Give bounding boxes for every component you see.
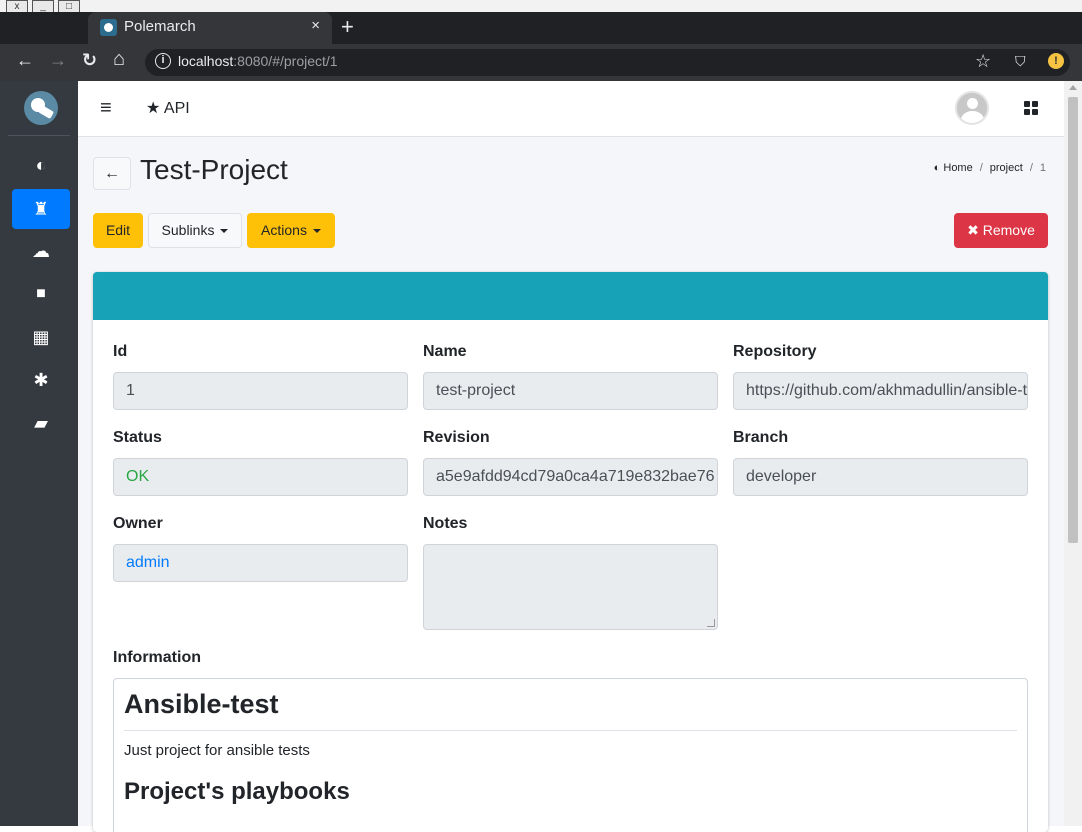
branch-label: Branch (733, 429, 789, 446)
apps-grid-icon[interactable] (1024, 101, 1038, 115)
name-label: Name (423, 343, 467, 360)
breadcrumb: ◐ Home / project / 1 (934, 162, 1046, 174)
actions-dropdown-button[interactable]: Actions (247, 213, 335, 248)
id-label: Id (113, 343, 128, 360)
caret-down-icon (312, 229, 321, 234)
owner-label: Owner (113, 515, 163, 532)
profile-alert-icon[interactable]: ! (1048, 53, 1064, 69)
scroll-thumb[interactable] (1068, 97, 1078, 543)
address-bar[interactable]: i localhost:8080/#/project/1 ☆ (145, 49, 1070, 76)
resize-handle-icon[interactable] (707, 619, 715, 627)
tab-title: Polemarch (124, 18, 196, 35)
branch-field[interactable]: developer (733, 458, 1028, 496)
information-subheading: Project's playbooks (124, 778, 350, 805)
sublinks-dropdown-button[interactable]: Sublinks (148, 213, 242, 248)
status-label: Status (113, 429, 162, 446)
settings-icon[interactable]: ✱ (12, 360, 70, 400)
owner-field[interactable]: admin (113, 544, 408, 582)
name-field[interactable]: test-project (423, 372, 718, 410)
tab-close-icon[interactable]: × (311, 17, 320, 34)
revision-field[interactable]: a5e9afdd94cd79a0ca4a719e832bae76 (423, 458, 718, 496)
url-text[interactable]: localhost:8080/#/project/1 (178, 53, 338, 69)
information-panel: Ansible-test Just project for ansible te… (113, 678, 1028, 832)
project-card: Id 1 Name test-project Repository https:… (93, 272, 1048, 832)
caret-down-icon (220, 229, 229, 234)
scroll-up-arrow-icon[interactable] (1069, 85, 1077, 90)
breadcrumb-home-label: Home (943, 162, 973, 174)
bookmark-star-icon[interactable]: ☆ (975, 51, 991, 72)
url-path: :8080/#/project/1 (233, 53, 338, 69)
sidebar-divider (8, 135, 70, 136)
page-title: Test-Project (140, 154, 288, 185)
folder-icon[interactable]: ■ (12, 274, 70, 314)
projects-icon[interactable]: ♜ (12, 189, 70, 229)
main-content: ← Test-Project ◐ Home / project / 1 Edit Sub… (78, 137, 1064, 832)
back-arrow-icon[interactable]: ← (16, 50, 34, 71)
edit-button[interactable]: Edit (93, 213, 143, 248)
polemarch-logo-icon[interactable] (24, 91, 58, 125)
actions-label: Actions (261, 222, 307, 238)
revision-label: Revision (423, 429, 490, 446)
polemarch-favicon-icon (100, 19, 117, 36)
breadcrumb-home[interactable]: ◐ Home (934, 162, 973, 174)
breadcrumb-separator: / (1029, 162, 1033, 174)
breadcrumb-project[interactable]: project (990, 162, 1023, 174)
home-icon[interactable]: ⌂ (113, 48, 125, 71)
hamburger-menu-icon[interactable]: ≡ (100, 97, 112, 120)
repository-label: Repository (733, 343, 817, 360)
url-host: localhost (178, 53, 234, 69)
api-label: API (163, 100, 190, 117)
back-button[interactable]: ← (93, 157, 131, 190)
remove-button[interactable]: ✖ Remove (954, 213, 1048, 248)
status-field[interactable]: OK (113, 458, 408, 496)
star-icon: ★ (146, 100, 161, 117)
cloud-icon[interactable]: ☁ (12, 231, 70, 271)
notes-label: Notes (423, 515, 468, 532)
breadcrumb-id: 1 (1039, 162, 1046, 174)
dashboard-icon[interactable]: ◐ (12, 145, 70, 185)
information-heading: Ansible-test (124, 689, 279, 719)
remove-label: Remove (982, 222, 1035, 238)
reload-icon[interactable]: ↻ (82, 50, 97, 71)
top-navbar: ≡ ★ API (78, 81, 1064, 137)
information-label: Information (113, 649, 201, 666)
remove-x-icon: ✖ (967, 222, 979, 238)
forward-arrow-icon[interactable]: → (49, 50, 67, 71)
browser-tab[interactable]: Polemarch × (88, 12, 332, 44)
browser-toolbar: ← → ↻ ⌂ i localhost:8080/#/project/1 ☆ ⛉… (0, 44, 1082, 81)
browser-tab-strip: Polemarch × + (0, 12, 1082, 44)
card-header (93, 272, 1048, 320)
book-icon[interactable]: ▰ (12, 403, 70, 443)
sidebar: ◐ ♜ ☁ ■ ▦ ✱ ▰ (0, 81, 78, 826)
page-scrollbar[interactable] (1064, 81, 1082, 826)
information-text: Just project for ansible tests (124, 742, 310, 759)
new-tab-icon[interactable]: + (341, 14, 354, 40)
calendar-icon[interactable]: ▦ (12, 317, 70, 357)
polemarch-app: ◐ ♜ ☁ ■ ▦ ✱ ▰ ≡ ★ API ← Test-Project ◐ H… (0, 81, 1082, 832)
user-avatar[interactable] (955, 91, 989, 125)
api-link[interactable]: ★ API (146, 98, 190, 118)
id-field[interactable]: 1 (113, 372, 408, 410)
information-divider (124, 730, 1017, 731)
notes-textarea[interactable] (423, 544, 718, 630)
breadcrumb-separator: / (979, 162, 983, 174)
sublinks-label: Sublinks (161, 222, 215, 238)
repository-field[interactable]: https://github.com/akhmadullin/ansible-t… (733, 372, 1028, 410)
site-info-icon[interactable]: i (155, 53, 171, 69)
incognito-icon[interactable]: ⛉ (1015, 53, 1026, 70)
dashboard-icon: ◐ (933, 162, 941, 174)
